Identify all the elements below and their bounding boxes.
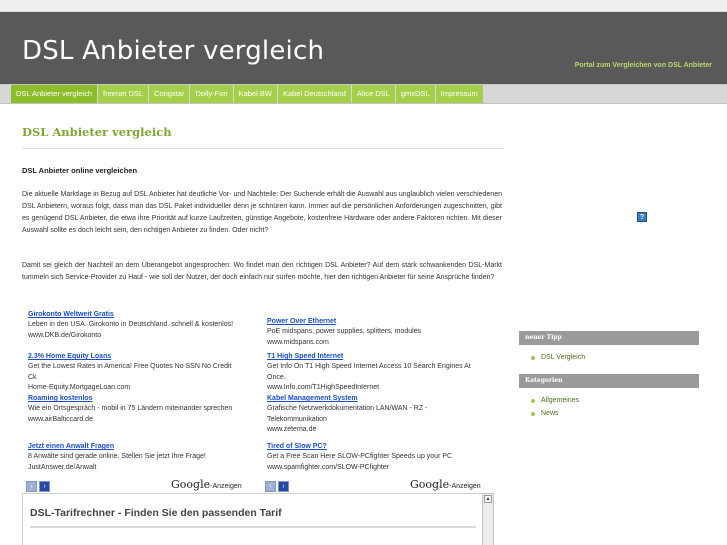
bullet-icon <box>531 411 535 416</box>
widget-title-kategorien: Kategorien <box>519 374 699 388</box>
nav-item-gmxdsl[interactable]: gmxDSL <box>395 85 436 103</box>
nav-item-congstar[interactable]: Congstar <box>149 85 191 103</box>
nav-item-alice-dsl[interactable]: Alice DSL <box>351 85 396 103</box>
ad-text: Get a Free Scan Here SLOW-PCfighter Spee… <box>267 453 453 461</box>
ad-item: Jetzt einen Anwalt Fragen 8 Anwälte sind… <box>28 442 238 473</box>
ad-prev-button[interactable]: ‹ <box>265 480 276 492</box>
anzeigen-label: -Anzeigen <box>210 483 242 490</box>
anzeigen-label: -Anzeigen <box>449 483 481 490</box>
ad-item: Kabel Management System Grafische Netzwe… <box>267 394 477 436</box>
calculator-scrollbar[interactable]: ▲ <box>482 493 494 545</box>
sidebar-link-dsl-vergleich[interactable]: DSL Vergleich <box>531 351 699 364</box>
sidebar: neuer Tipp DSL Vergleich Kategorien Allg… <box>519 331 699 430</box>
scroll-up-arrow-icon[interactable]: ▲ <box>484 495 492 503</box>
dsl-tariff-calculator-frame[interactable]: DSL-Tarifrechner - Finden Sie den passen… <box>22 493 484 545</box>
ads-by-google-left[interactable]: Google-Anzeigen <box>171 478 242 491</box>
ad-item: Girokonto Weltweit Gratis Leben in den U… <box>28 310 238 341</box>
ad-text: Get the Lowest Rates in America! Free Qu… <box>28 363 232 381</box>
nav-item-kabel-bw[interactable]: Kabel BW <box>233 85 278 103</box>
nav-item-kabel-deutschland[interactable]: Kabel Deutschland <box>277 85 352 103</box>
browser-top-strip <box>0 0 727 12</box>
ad-url[interactable]: JustAnswer.de/Anwalt <box>28 463 238 473</box>
ad-prev-button[interactable]: ‹ <box>26 480 37 492</box>
site-header: DSL Anbieter vergleich Portal zum Vergle… <box>0 12 727 84</box>
main-navigation: DSL Anbieter vergleich freenet DSL Congs… <box>0 84 727 104</box>
ad-item: T1 High Speed Internet Get Info On T1 Hi… <box>267 352 477 394</box>
ad-url[interactable]: www.spamfighter.com/SLOW-PCfighter <box>267 463 477 473</box>
google-logo: Google <box>171 478 211 491</box>
ad-text: Leben in den USA. Girokonto in Deutschla… <box>28 321 234 329</box>
sidebar-link-label: News <box>541 410 559 417</box>
ad-item: 2.3% Home Equity Loans Get the Lowest Ra… <box>28 352 238 394</box>
calculator-title: DSL-Tarifrechner - Finden Sie den passen… <box>30 507 282 519</box>
ad-text: Get Info On T1 High Speed Internet Acces… <box>267 363 471 381</box>
ad-title-link[interactable]: Jetzt einen Anwalt Fragen <box>28 442 238 452</box>
widget-title-neuer-tipp: neuer Tipp <box>519 331 699 345</box>
bullet-icon <box>531 355 535 360</box>
sidebar-link-news[interactable]: News <box>531 407 699 420</box>
post-title: DSL Anbieter vergleich <box>22 125 172 139</box>
site-tagline: Portal zum Vergleichen von DSL Anbieter <box>574 62 712 69</box>
title-divider <box>22 148 504 149</box>
ad-title-link[interactable]: Tired of Slow PC? <box>267 442 477 452</box>
ad-text: 8 Anwälte sind gerade online. Stellen Si… <box>28 453 206 461</box>
ad-title-link[interactable]: Power Over Ethernet <box>267 317 477 327</box>
google-ads-block: Girokonto Weltweit Gratis Leben in den U… <box>26 310 484 480</box>
ad-pager-right: ‹ › <box>265 480 291 492</box>
post-paragraph-1: Die aktuelle Marktlage in Bezug auf DSL … <box>22 191 502 234</box>
ad-pager-left: ‹ › <box>26 480 52 492</box>
ad-title-link[interactable]: 2.3% Home Equity Loans <box>28 352 238 362</box>
ad-url[interactable]: www.airBalticcard.de <box>28 415 238 425</box>
ad-item: Roaming kostenlos Wie ein Ortsgespräch -… <box>28 394 238 425</box>
widget-body-kategorien: Allgemeines News <box>519 388 699 430</box>
main-content: DSL Anbieter vergleich DSL Anbieter onli… <box>0 105 727 545</box>
ad-text: Grafische Netzwerkdokumentation LAN/WAN … <box>267 405 428 423</box>
ad-item: Power Over Ethernet PoE midspans, power … <box>267 317 477 348</box>
post-subtitle: DSL Anbieter online vergleichen <box>22 166 138 175</box>
nav-item-freenet-dsl[interactable]: freenet DSL <box>98 85 150 103</box>
google-logo: Google <box>410 478 450 491</box>
ad-url[interactable]: www.midspans.com <box>267 338 477 348</box>
bullet-icon <box>531 398 535 403</box>
sidebar-link-label: Allgemeines <box>541 397 580 404</box>
nav-item-impressum[interactable]: Impressum <box>435 85 484 103</box>
ads-by-google-right[interactable]: Google-Anzeigen <box>410 478 481 491</box>
ad-text: Wie ein Ortsgespräch - mobil in 75 Lände… <box>28 405 233 413</box>
ad-text: PoE midspans, power supplies, splitters,… <box>267 328 422 336</box>
nav-item-dsl-anbieter-vergleich[interactable]: DSL Anbieter vergleich <box>11 85 99 103</box>
help-icon[interactable]: ? <box>637 212 647 222</box>
ad-item: Tired of Slow PC? Get a Free Scan Here S… <box>267 442 477 473</box>
ad-title-link[interactable]: T1 High Speed Internet <box>267 352 477 362</box>
calculator-divider <box>30 526 476 528</box>
sidebar-link-allgemeines[interactable]: Allgemeines <box>531 394 699 407</box>
post-paragraph-2: Damit sei gleich der Nachteil an dem Übe… <box>22 262 502 281</box>
ad-next-button[interactable]: › <box>39 480 50 492</box>
ad-url[interactable]: www.DKB.de/Girokonto <box>28 331 238 341</box>
nav-item-dolly-fon[interactable]: Dolly-Fon <box>190 85 234 103</box>
ad-url[interactable]: Home-Equity.MortgageLoan.com <box>28 383 238 393</box>
ad-url[interactable]: www.Info.com/T1HighSpeedInternet <box>267 383 477 393</box>
ad-title-link[interactable]: Roaming kostenlos <box>28 394 238 404</box>
widget-body-neuer-tipp: DSL Vergleich <box>519 345 699 374</box>
ad-url[interactable]: www.zetema.de <box>267 425 477 435</box>
sidebar-link-label: DSL Vergleich <box>541 354 586 361</box>
ad-next-button[interactable]: › <box>278 480 289 492</box>
site-title-link[interactable]: DSL Anbieter vergleich <box>22 36 324 66</box>
ad-title-link[interactable]: Kabel Management System <box>267 394 477 404</box>
ad-title-link[interactable]: Girokonto Weltweit Gratis <box>28 310 238 320</box>
